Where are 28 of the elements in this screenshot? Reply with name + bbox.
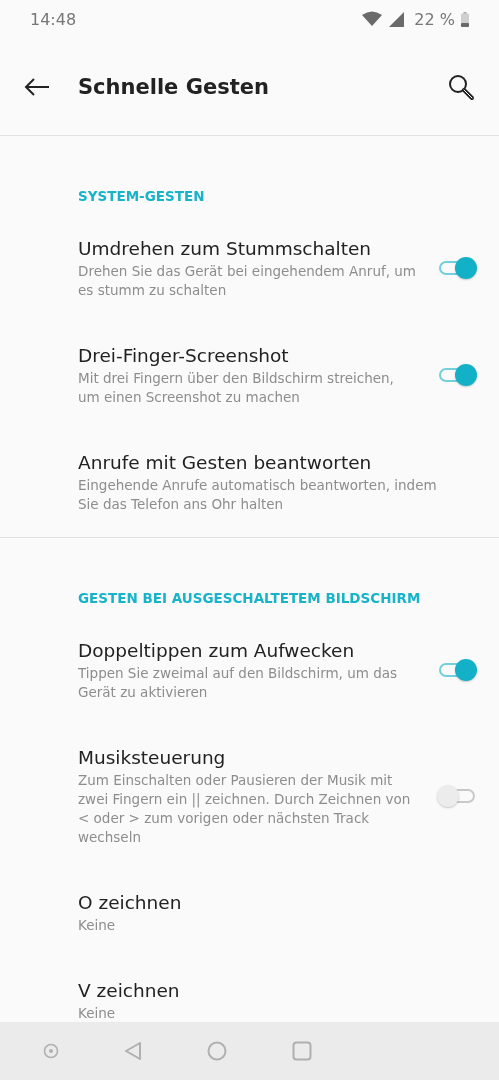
recents-icon[interactable] — [291, 1041, 312, 1061]
setting-summary: Zum Einschalten oder Pausieren der Musik mit zwei Fingern ein || zeichnen. Durch Zeichnen von < oder > zum vorigen oder nächsten Track wechseln — [78, 771, 412, 847]
back-icon[interactable] — [123, 1041, 142, 1061]
setting-summary: Drehen Sie das Gerät bei eingehendem Anruf, um es stumm zu schalten — [78, 262, 417, 300]
setting-title[interactable]: Musiksteuerung — [78, 744, 437, 771]
back-arrow-icon[interactable] — [24, 76, 50, 97]
wifi-icon — [361, 11, 384, 27]
home-icon[interactable] — [206, 1041, 227, 1061]
setting-title[interactable]: Umdrehen zum Stummschalten — [78, 235, 437, 262]
setting-summary: Eingehende Anrufe automatisch beantworten, indem Sie das Telefon ans Ohr halten — [78, 476, 438, 514]
section-header: SYSTEM-GESTEN — [77, 187, 206, 206]
battery-icon — [461, 11, 469, 27]
assistant-icon[interactable] — [42, 1043, 59, 1059]
setting-title[interactable]: Anrufe mit Gesten beantworten — [78, 449, 479, 476]
signal-icon — [389, 11, 405, 27]
setting-title[interactable]: O zeichnen — [78, 889, 479, 916]
setting-summary: Mit drei Fingern über den Bildschirm streichen, um einen Screenshot zu machen — [78, 369, 395, 407]
page-title: Schnelle Gesten — [78, 74, 270, 99]
setting-summary: Keine — [78, 1004, 117, 1022]
setting-summary: Tippen Sie zweimal auf den Bildschirm, um das Gerät zu aktivieren — [78, 664, 399, 702]
setting-title[interactable]: Doppeltippen zum Aufwecken — [78, 637, 437, 664]
section-header: GESTEN BEI AUSGESCHALTETEM BILDSCHIRM — [77, 589, 422, 608]
setting-summary: Keine — [78, 916, 117, 935]
battery-level: 22 % — [414, 9, 455, 29]
setting-title[interactable]: V zeichnen — [78, 977, 479, 1004]
setting-title[interactable]: Drei-Finger-Screenshot — [78, 342, 437, 369]
search-icon[interactable] — [447, 72, 475, 101]
status-time: 14:48 — [30, 9, 77, 29]
